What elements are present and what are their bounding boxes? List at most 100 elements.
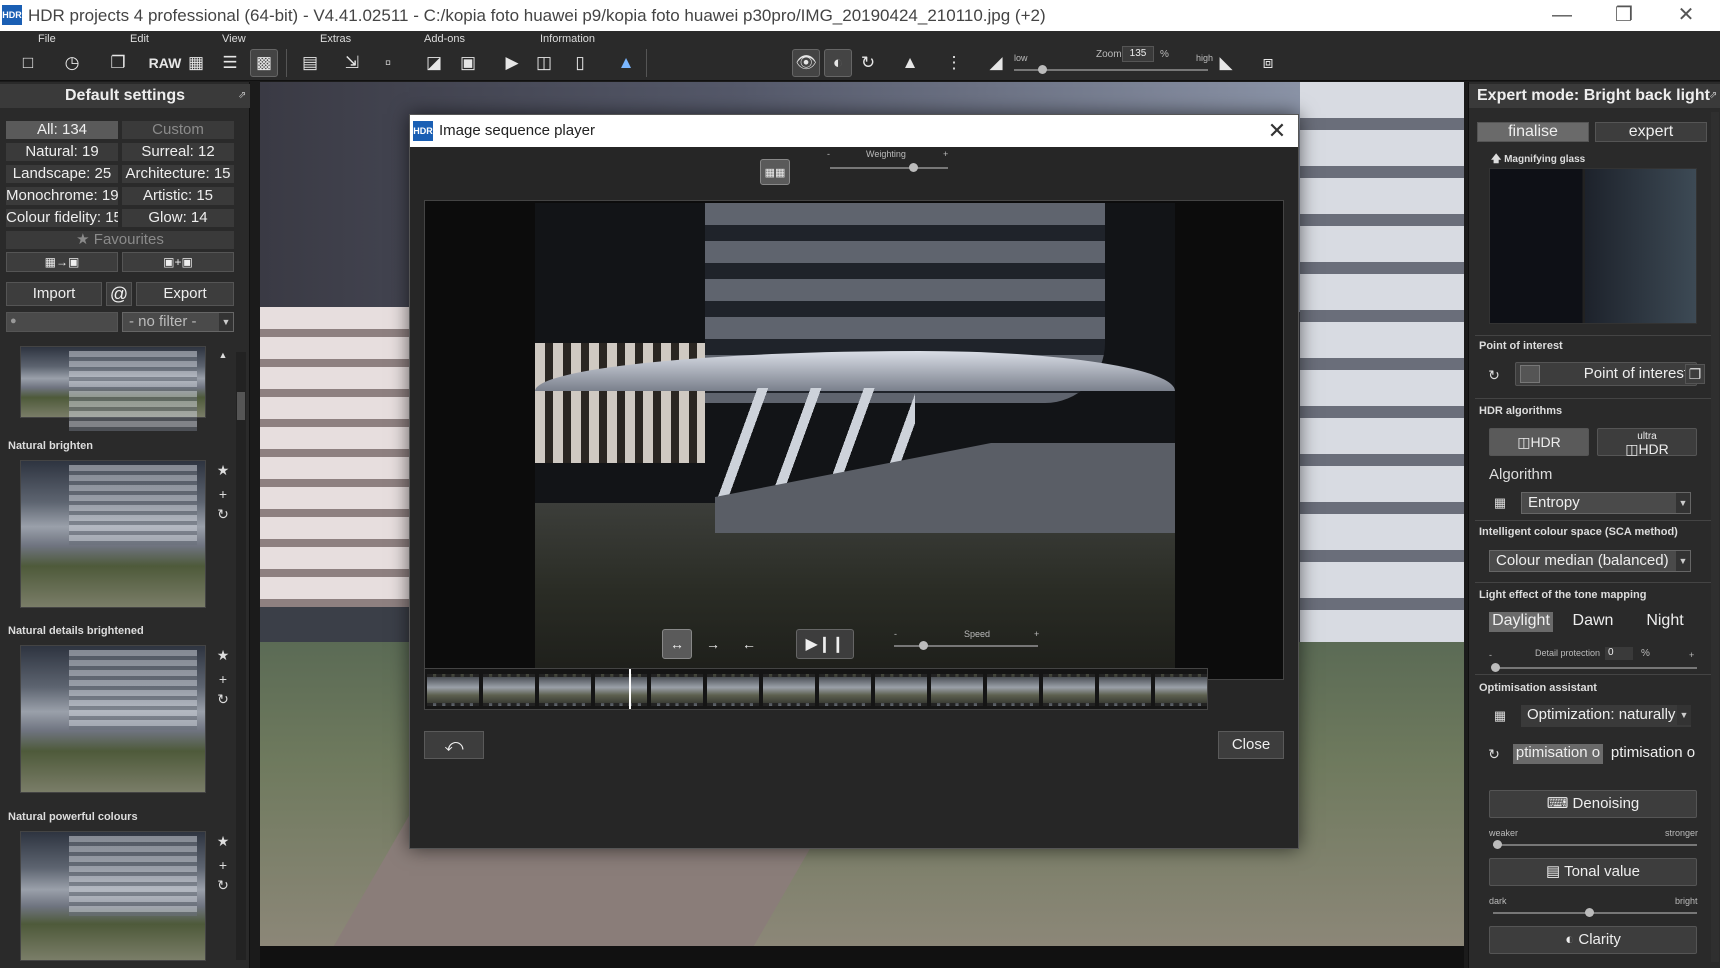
print-icon[interactable]: ▫: [374, 49, 402, 77]
point-of-interest-button[interactable]: Point of interest: [1515, 362, 1697, 386]
scrollbar-thumb[interactable]: [237, 392, 245, 420]
loop-icon[interactable]: ↔: [662, 629, 692, 659]
close-window-icon[interactable]: ✕: [1658, 0, 1714, 31]
algorithm-grid-icon[interactable]: ▦: [1489, 492, 1511, 514]
denoising-slider-knob[interactable]: [1493, 840, 1503, 849]
category-monochrome[interactable]: Monochrome: 19: [6, 187, 118, 205]
zoom-value-field[interactable]: 135: [1122, 46, 1154, 62]
crop-icon[interactable]: ⧈: [1254, 49, 1282, 77]
mirror-icon[interactable]: ▲: [896, 49, 924, 77]
zoom-out-icon[interactable]: ◢: [982, 49, 1010, 77]
copy-icon[interactable]: ❐: [1685, 364, 1705, 384]
slideshow-icon[interactable]: ▣: [454, 49, 482, 77]
save-list-button[interactable]: ▦→▣: [6, 252, 118, 272]
preset-scrollbar[interactable]: [236, 352, 246, 960]
before-after-icon[interactable]: ◐: [824, 49, 852, 77]
presets-view-icon[interactable]: ▩: [250, 49, 278, 77]
undock-icon[interactable]: ⇗: [238, 90, 246, 101]
filmstrip-playhead[interactable]: [628, 669, 631, 709]
add-preset-button[interactable]: ▣+▣: [122, 252, 234, 272]
zoom-in-icon[interactable]: ◣: [1212, 49, 1240, 77]
denoising-button[interactable]: ⌨ Denoising: [1489, 790, 1697, 818]
restore-icon[interactable]: ❐: [1596, 0, 1652, 31]
filmstrip-frame[interactable]: [427, 674, 479, 706]
filmstrip-frame[interactable]: [539, 674, 591, 706]
addon-icon[interactable]: ◪: [420, 49, 448, 77]
tab-expert[interactable]: expert: [1595, 122, 1707, 142]
filmstrip-frame[interactable]: [707, 674, 759, 706]
refresh-icon[interactable]: ↻: [216, 506, 230, 523]
adjust-sliders-icon[interactable]: ☰: [216, 49, 244, 77]
step-forward-icon[interactable]: →: [698, 629, 728, 659]
category-glow[interactable]: Glow: 14: [122, 209, 234, 227]
light-daylight-button[interactable]: Daylight: [1489, 612, 1553, 632]
new-project-icon[interactable]: □: [14, 49, 42, 77]
reset-icon[interactable]: ↻: [1483, 364, 1505, 386]
weighting-slider-track[interactable]: [830, 167, 948, 169]
scroll-up-icon[interactable]: ▲: [216, 350, 230, 360]
reset-icon[interactable]: ↻: [1483, 743, 1505, 765]
filmstrip-frame[interactable]: [819, 674, 871, 706]
menu-addons[interactable]: Add-ons: [424, 33, 465, 45]
preset-thumbnail[interactable]: [20, 831, 206, 961]
tonal-value-button[interactable]: ▤ Tonal value: [1489, 858, 1697, 886]
speed-slider-knob[interactable]: [918, 641, 928, 650]
export-button[interactable]: Export: [136, 282, 234, 306]
preview-eye-icon[interactable]: 👁: [792, 49, 820, 77]
undock-icon[interactable]: ⇗: [1709, 90, 1717, 101]
filmstrip-frame[interactable]: [875, 674, 927, 706]
refresh-icon[interactable]: ↻: [216, 691, 230, 708]
export-icon[interactable]: ⇲: [338, 49, 366, 77]
optimisation-option-2[interactable]: ptimisation o: [1607, 744, 1699, 764]
weighting-slider-knob[interactable]: [908, 163, 918, 172]
email-button[interactable]: @: [106, 282, 132, 306]
dialog-close-icon[interactable]: ✕: [1264, 117, 1290, 145]
batch-icon[interactable]: ▦: [182, 49, 210, 77]
preset-thumbnail[interactable]: [20, 346, 206, 431]
detail-protection-knob[interactable]: [1491, 663, 1500, 672]
favourite-star-icon[interactable]: ★: [216, 462, 230, 479]
preset-thumbnail[interactable]: [20, 645, 206, 793]
filmstrip-frame[interactable]: [931, 674, 983, 706]
refresh-icon[interactable]: ↻: [216, 877, 230, 894]
category-custom[interactable]: Custom: [122, 121, 234, 139]
copy-settings-icon[interactable]: ❐: [104, 49, 132, 77]
filmstrip-frame[interactable]: [651, 674, 703, 706]
category-surreal[interactable]: Surreal: 12: [122, 143, 234, 161]
menu-extras[interactable]: Extras: [320, 33, 351, 45]
category-architecture[interactable]: Architecture: 15: [122, 165, 234, 183]
zoom-slider-knob[interactable]: [1038, 65, 1047, 74]
category-landscape[interactable]: Landscape: 25: [6, 165, 118, 183]
detail-protection-track[interactable]: [1493, 667, 1697, 669]
play-icon[interactable]: ▶: [498, 49, 526, 77]
filmstrip-frame[interactable]: [763, 674, 815, 706]
split-view-icon[interactable]: ⋮: [940, 49, 968, 77]
add-icon[interactable]: +: [216, 857, 230, 873]
menu-file[interactable]: File: [38, 33, 56, 45]
category-favourites[interactable]: ★ Favourites: [6, 231, 234, 249]
filmstrip-view-icon[interactable]: ▦▦: [760, 159, 790, 185]
detail-protection-value[interactable]: 0: [1605, 647, 1633, 660]
preset-search-input[interactable]: ●: [6, 312, 118, 332]
menu-information[interactable]: Information: [540, 33, 595, 45]
expert-scrollbar[interactable]: [1711, 112, 1719, 962]
info-icon[interactable]: ▯: [566, 49, 594, 77]
category-colour-fidelity[interactable]: Colour fidelity: 15: [6, 209, 118, 227]
menu-edit[interactable]: Edit: [130, 33, 149, 45]
category-artistic[interactable]: Artistic: 15: [122, 187, 234, 205]
filter-dropdown[interactable]: - no filter - ▼: [122, 312, 234, 332]
step-back-icon[interactable]: ←: [734, 629, 764, 659]
tonal-slider-knob[interactable]: [1584, 908, 1594, 917]
tonal-slider-track[interactable]: [1493, 912, 1697, 914]
close-button[interactable]: Close: [1218, 731, 1284, 759]
rotate-icon[interactable]: ↻: [854, 49, 882, 77]
optimisation-option-1[interactable]: ptimisation o: [1513, 744, 1603, 764]
save-icon[interactable]: ▤: [296, 49, 324, 77]
filmstrip-frame[interactable]: [1099, 674, 1151, 706]
light-dawn-button[interactable]: Dawn: [1561, 612, 1625, 632]
favourite-star-icon[interactable]: ★: [216, 647, 230, 664]
filmstrip-frame[interactable]: [987, 674, 1039, 706]
history-icon[interactable]: ◷: [58, 49, 86, 77]
light-night-button[interactable]: Night: [1633, 612, 1697, 632]
category-all[interactable]: All: 134: [6, 121, 118, 139]
